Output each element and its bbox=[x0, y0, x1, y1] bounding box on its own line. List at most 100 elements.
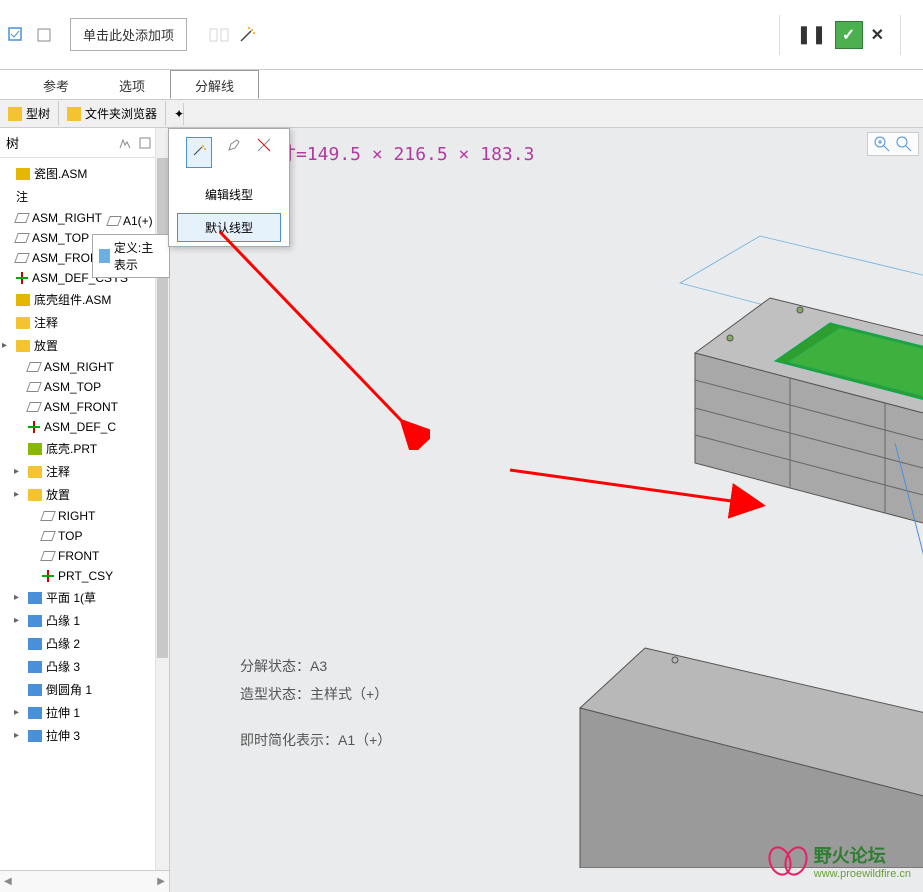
tree-item-label: 注 bbox=[16, 188, 28, 205]
folder-icon bbox=[28, 489, 42, 501]
inner-tab-row: 型树 文件夹浏览器 ✦ bbox=[0, 100, 923, 128]
definition-label[interactable]: 定义:主表示 bbox=[92, 234, 170, 278]
line-type-popup: 编辑线型 默认线型 bbox=[168, 128, 290, 247]
tree-item[interactable]: 倒圆角 1 bbox=[0, 678, 169, 701]
tab-reference[interactable]: 参考 bbox=[18, 70, 94, 99]
tree-item-label: TOP bbox=[58, 529, 82, 543]
csys-icon bbox=[28, 421, 40, 433]
tree-item[interactable]: ASM_FRONT bbox=[0, 397, 169, 417]
tree-item[interactable]: ASM_RIGHT bbox=[0, 357, 169, 377]
viewport-tools bbox=[867, 132, 919, 156]
expand-icon[interactable]: ▸ bbox=[14, 730, 24, 741]
tree-item[interactable]: ▸平面 1(草 bbox=[0, 586, 169, 609]
tree-item-label: ASM_TOP bbox=[32, 231, 89, 245]
tree-nav-right-icon[interactable]: ▶ bbox=[157, 876, 165, 887]
zoom-in-icon[interactable] bbox=[874, 136, 890, 152]
expand-icon[interactable]: ▸ bbox=[14, 592, 24, 603]
tree-item[interactable]: ▸注释 bbox=[0, 460, 169, 483]
tree-item[interactable]: ▸ 拉伸 1 bbox=[0, 701, 169, 724]
edit-line-type-button[interactable]: 编辑线型 bbox=[177, 180, 281, 209]
expand-icon[interactable]: ▸ bbox=[14, 466, 24, 477]
wand-icon[interactable] bbox=[237, 25, 257, 45]
tool-icon-disabled bbox=[209, 25, 229, 45]
tab-row: 参考 选项 分解线 bbox=[0, 70, 923, 100]
expand-icon[interactable]: ▸ bbox=[2, 340, 12, 351]
def-text: 定义:主表示 bbox=[114, 239, 163, 273]
expand-icon[interactable]: ▸ bbox=[14, 489, 24, 500]
feat-icon bbox=[28, 707, 42, 719]
tree-item[interactable]: PRT_CSY bbox=[0, 566, 169, 586]
inner-tab-model-tree[interactable]: 型树 bbox=[0, 101, 59, 126]
tree-item[interactable]: 底壳组件.ASM bbox=[0, 288, 169, 311]
tree-scrollbar-thumb[interactable] bbox=[157, 158, 168, 658]
tree-item[interactable]: ASM_TOP bbox=[0, 377, 169, 397]
tool-icon-1[interactable] bbox=[6, 25, 26, 45]
tree-item[interactable]: RIGHT bbox=[0, 506, 169, 526]
tree-item-label: 凸缘 1 bbox=[46, 612, 80, 629]
inner-tab-extra[interactable]: ✦ bbox=[166, 103, 184, 125]
tree-header-label: 树 bbox=[6, 133, 19, 152]
folder-browser-icon bbox=[67, 107, 81, 121]
prt-icon bbox=[28, 443, 42, 455]
tree-item[interactable]: 底壳.PRT bbox=[0, 437, 169, 460]
tree-item-label: ASM_DEF_C bbox=[44, 420, 116, 434]
tree-item-label: 注释 bbox=[34, 314, 58, 331]
tree-header: 树 ▾ bbox=[0, 128, 169, 158]
tool-icon-2[interactable] bbox=[34, 25, 54, 45]
tree-nav-left-icon[interactable]: ◀ bbox=[4, 876, 12, 887]
expand-icon[interactable]: ▸ bbox=[14, 707, 24, 718]
right-controls: ❚❚ ✓ ✕ bbox=[771, 15, 917, 55]
zoom-fit-icon[interactable] bbox=[896, 136, 912, 152]
tab-options[interactable]: 选项 bbox=[94, 70, 170, 99]
tree-item[interactable]: 凸缘 2 bbox=[0, 632, 169, 655]
tree-item-label: ASM_RIGHT bbox=[44, 360, 114, 374]
top-toolbar: 单击此处添加项 ❚❚ ✓ ✕ bbox=[0, 0, 923, 70]
plane-icon bbox=[14, 213, 30, 223]
dimensions-text: 寸=149.5 × 216.5 × 183.3 bbox=[278, 140, 534, 166]
tree-item[interactable]: 瓷图.ASM bbox=[0, 162, 169, 185]
tree-item-label: 底壳组件.ASM bbox=[34, 291, 111, 308]
tree-item[interactable]: ▸拉伸 3 bbox=[0, 724, 169, 747]
popup-wand-icon[interactable] bbox=[186, 137, 212, 168]
tree-item-label: 凸缘 2 bbox=[46, 635, 80, 652]
tree-item[interactable]: ▸放置 bbox=[0, 483, 169, 506]
tree-item[interactable]: TOP bbox=[0, 526, 169, 546]
cancel-button[interactable]: ✕ bbox=[871, 25, 884, 45]
asm-icon bbox=[16, 168, 30, 180]
folder-icon bbox=[16, 317, 30, 329]
popup-pencil-icon[interactable] bbox=[226, 137, 242, 168]
pause-icon[interactable]: ❚❚ bbox=[796, 24, 826, 45]
model-3d bbox=[500, 228, 923, 868]
tree-item[interactable]: 注 bbox=[0, 185, 169, 208]
watermark-logo-icon bbox=[768, 843, 808, 879]
tree-tool-1-icon[interactable] bbox=[118, 136, 132, 150]
tree-item[interactable]: FRONT bbox=[0, 546, 169, 566]
feat-icon bbox=[28, 638, 42, 650]
plane-icon bbox=[106, 216, 122, 226]
feat-icon bbox=[28, 592, 42, 604]
tree-item[interactable]: ▸ 凸缘 1 bbox=[0, 609, 169, 632]
tree-item-label: 拉伸 1 bbox=[46, 704, 80, 721]
asm-icon bbox=[16, 294, 30, 306]
popup-erase-icon[interactable] bbox=[256, 137, 272, 168]
tree-item[interactable]: 凸缘 3 bbox=[0, 655, 169, 678]
csys-icon bbox=[42, 570, 54, 582]
inner-tab-folder-browser[interactable]: 文件夹浏览器 bbox=[59, 101, 166, 126]
star-icon: ✦ bbox=[174, 107, 184, 121]
tab-explode-line[interactable]: 分解线 bbox=[170, 70, 259, 99]
default-line-type-button[interactable]: 默认线型 bbox=[177, 213, 281, 242]
tree-tool-2-icon[interactable] bbox=[138, 136, 152, 150]
tree-item[interactable]: 注释 bbox=[0, 311, 169, 334]
inner-tab-folder-browser-label: 文件夹浏览器 bbox=[85, 105, 157, 122]
a1-label[interactable]: A1(+) bbox=[108, 214, 153, 228]
feat-icon bbox=[28, 684, 42, 696]
def-icon bbox=[99, 249, 110, 263]
add-item-input[interactable]: 单击此处添加项 bbox=[70, 18, 187, 51]
expand-icon[interactable]: ▸ bbox=[14, 615, 24, 626]
tree-item[interactable]: ▸放置 bbox=[0, 334, 169, 357]
model-tree-icon bbox=[8, 107, 22, 121]
feat-icon bbox=[28, 730, 42, 742]
confirm-button[interactable]: ✓ bbox=[835, 21, 863, 49]
tree-item-label: ASM_TOP bbox=[44, 380, 101, 394]
tree-item[interactable]: ASM_DEF_C bbox=[0, 417, 169, 437]
